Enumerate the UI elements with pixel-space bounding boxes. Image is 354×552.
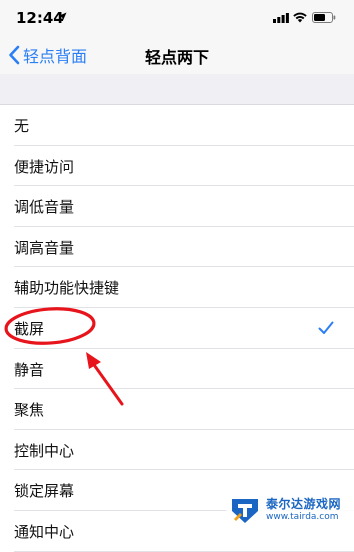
option-none[interactable]: 无 (0, 105, 354, 146)
option-screenshot[interactable]: 截屏 (0, 307, 354, 349)
option-accessibility-shortcut[interactable]: 辅助功能快捷键 (0, 267, 354, 308)
status-bar: 12:44 (0, 0, 354, 36)
cellular-signal-icon (273, 13, 289, 23)
section-separator (0, 74, 354, 105)
battery-icon (312, 12, 336, 23)
option-label: 静音 (14, 360, 45, 379)
option-focus[interactable]: 聚焦 (0, 389, 354, 430)
checkmark-icon (318, 321, 334, 334)
page-title: 轻点两下 (144, 48, 209, 67)
action-options-list: 无 便捷访问 调低音量 调高音量 辅助功能快捷键 截屏 静音 聚焦 控制中心 锁… (0, 105, 354, 552)
watermark-title: 泰尔达游戏网 (266, 496, 342, 511)
option-volume-up[interactable]: 调高音量 (0, 226, 354, 268)
option-label: 便捷访问 (14, 157, 75, 176)
location-arrow-icon (58, 12, 67, 21)
navigation-bar: 轻点背面 轻点两下 (0, 36, 354, 74)
watermark-url: www.tairda.com (266, 511, 339, 522)
option-volume-down[interactable]: 调低音量 (0, 186, 354, 227)
option-reachability[interactable]: 便捷访问 (0, 145, 354, 187)
option-label: 聚焦 (14, 401, 45, 420)
option-label: 调高音量 (14, 238, 75, 257)
option-control-center[interactable]: 控制中心 (0, 429, 354, 471)
option-label: 无 (14, 117, 30, 135)
option-label: 辅助功能快捷键 (14, 279, 120, 298)
option-label: 控制中心 (14, 441, 75, 460)
option-label: 锁定屏幕 (14, 482, 75, 501)
option-label: 截屏 (14, 319, 45, 338)
watermark-logo-icon (232, 498, 258, 523)
watermark: 泰尔达游戏网 www.tairda.com (226, 488, 354, 531)
option-label: 调低音量 (14, 198, 75, 217)
option-label: 通知中心 (14, 522, 75, 541)
status-time: 12:44 (16, 9, 64, 27)
wifi-icon (293, 12, 307, 23)
option-mute[interactable]: 静音 (0, 348, 354, 390)
